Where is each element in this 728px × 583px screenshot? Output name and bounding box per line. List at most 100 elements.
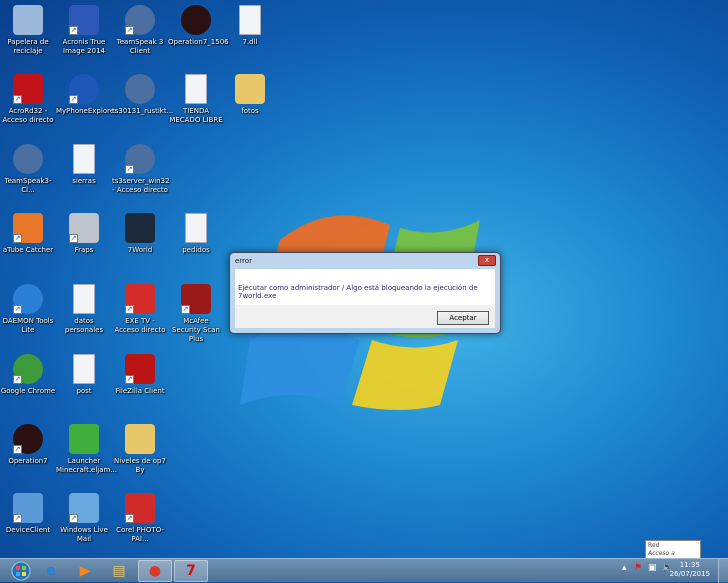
desktop-icon-teamspeak[interactable]: ↗ TeamSpeak 3 Client xyxy=(112,5,168,56)
desktop-icon-label: Niveles de op7 By xyxy=(114,457,166,474)
shortcut-arrow-icon: ↗ xyxy=(125,26,134,35)
exe-tv-icon: ↗ xyxy=(125,284,155,314)
internet-explorer-icon: e xyxy=(46,563,56,579)
desktop-icon-atube-catcher[interactable]: ↗ aTube Catcher xyxy=(0,213,56,255)
desktop-icon-acronis[interactable]: ↗ Acronis True Image 2014 xyxy=(56,5,112,56)
desktop-icon-teamspeak-server[interactable]: ↗ ts3server_win32 - Acceso directo xyxy=(112,144,170,195)
desktop-icon-text-file[interactable]: datos personales xyxy=(56,284,112,335)
error-dialog: error x Ejecutar como administrador / Al… xyxy=(229,252,501,334)
show-desktop-button[interactable] xyxy=(718,559,728,583)
desktop-icon-fraps[interactable]: ↗ Fraps xyxy=(56,213,112,255)
network-icon[interactable]: ▣ xyxy=(648,563,657,573)
folder-icon xyxy=(125,424,155,454)
accept-button[interactable]: Aceptar xyxy=(437,311,489,325)
operation7-icon: 7 xyxy=(186,563,196,579)
desktop-icon-label: fotos xyxy=(241,107,259,115)
desktop-icon-label: ts3server_win32 - Acceso directo xyxy=(112,177,170,194)
teamspeak-icon xyxy=(13,144,43,174)
shortcut-arrow-icon: ↗ xyxy=(125,305,134,314)
desktop-icon-label: Google Chrome xyxy=(0,387,56,395)
desktop-icon-dll-file[interactable]: 7.dll xyxy=(222,5,278,47)
chrome-icon: ● xyxy=(148,563,162,579)
webcam-icon: ↗ xyxy=(13,493,43,523)
start-button[interactable] xyxy=(4,560,38,582)
desktop-icon-label: EXE TV - Acceso directo xyxy=(114,317,166,334)
desktop-icon-corel[interactable]: ↗ Corel PHOTO-PAI... xyxy=(112,493,168,544)
teamspeak-server-icon: ↗ xyxy=(125,144,155,174)
taskbar-operation7[interactable]: 7 xyxy=(174,560,208,582)
shortcut-arrow-icon: ↗ xyxy=(69,95,78,104)
text-file-icon xyxy=(185,213,207,243)
desktop-icon-text-file[interactable]: sierras xyxy=(56,144,112,186)
desktop-icon-label: sierras xyxy=(72,177,96,185)
desktop-icon-recycle-bin[interactable]: Papelera de reciclaje xyxy=(0,5,56,56)
file-explorer-icon: ▤ xyxy=(112,563,126,579)
clock[interactable]: 11:35 26/07/2015 xyxy=(670,561,710,579)
desktop-icon-acrobat[interactable]: ↗ AcroRd32 - Acceso directo xyxy=(0,74,56,125)
desktop-icon-label: datos personales xyxy=(64,317,104,334)
desktop-icon-label: FileZilla Client xyxy=(115,387,165,395)
mcafee-icon: ↗ xyxy=(181,284,211,314)
desktop-icon-label: Operation7_1506 xyxy=(168,38,229,46)
close-button[interactable]: x xyxy=(478,255,496,266)
desktop-icon-daemon-tools[interactable]: ↗ DAEMON Tools Lite xyxy=(0,284,56,335)
desktop-icon-teamspeak[interactable]: TeamSpeak3-Cl... xyxy=(0,144,56,195)
desktop-icon-teamspeak[interactable]: ts30131_rustikt... xyxy=(112,74,173,116)
desktop-icon-exe-tv[interactable]: ↗ EXE TV - Acceso directo xyxy=(112,284,168,335)
atube-catcher-icon: ↗ xyxy=(13,213,43,243)
desktop-icon-webcam[interactable]: ↗ DeviceClient xyxy=(0,493,56,535)
taskbar-chrome[interactable]: ● xyxy=(138,560,172,582)
shortcut-arrow-icon: ↗ xyxy=(13,95,22,104)
desktop-icon-text-file[interactable]: post xyxy=(56,354,112,396)
desktop-icon-text-file[interactable]: pedidos xyxy=(168,213,224,255)
dialog-title: error xyxy=(235,257,252,265)
chrome-icon: ↗ xyxy=(13,354,43,384)
action-center-flag-icon[interactable]: ⚑ xyxy=(634,563,642,573)
dll-file-icon xyxy=(239,5,261,35)
desktop-icon-folder[interactable]: Niveles de op7 By xyxy=(112,424,168,475)
filezilla-icon: ↗ xyxy=(125,354,155,384)
teamspeak-icon: ↗ xyxy=(125,5,155,35)
desktop-icon-folder[interactable]: fotos xyxy=(222,74,278,116)
folder-icon xyxy=(235,74,265,104)
desktop-icon-label: post xyxy=(76,387,92,395)
shortcut-arrow-icon: ↗ xyxy=(125,375,134,384)
desktop-icon-label: Launcher Minecraft.eljam... xyxy=(56,457,118,474)
desktop-icon-label: TIENDA MECADO LIBRE xyxy=(169,107,223,124)
shortcut-arrow-icon: ↗ xyxy=(13,234,22,243)
fraps-icon: ↗ xyxy=(69,213,99,243)
taskbar-file-explorer[interactable]: ▤ xyxy=(102,560,136,582)
desktop-icon-7world[interactable]: 7World xyxy=(112,213,168,255)
desktop-icon-label: pedidos xyxy=(182,246,210,254)
show-hidden-icons-button[interactable]: ▴ xyxy=(622,563,627,573)
desktop-icon-label: Papelera de reciclaje xyxy=(7,38,49,55)
desktop-icon-label: AcroRd32 - Acceso directo xyxy=(2,107,54,124)
taskbar-media-player[interactable]: ▶ xyxy=(68,560,102,582)
7world-icon xyxy=(125,213,155,243)
acrobat-icon: ↗ xyxy=(13,74,43,104)
shortcut-arrow-icon: ↗ xyxy=(69,234,78,243)
desktop-icon-label: Fraps xyxy=(74,246,94,254)
desktop-icon-label: Windows Live Mail xyxy=(60,526,108,543)
desktop-icon-label: 7World xyxy=(127,246,153,254)
desktop-icon-mcafee[interactable]: ↗ McAfee Security Scan Plus xyxy=(168,284,224,344)
operation7-icon: ↗ xyxy=(13,424,43,454)
myphoneexplorer-icon: ↗ xyxy=(69,74,99,104)
desktop-icon-operation7[interactable]: ↗ Operation7 xyxy=(0,424,56,466)
desktop-icon-text-file[interactable]: TIENDA MECADO LIBRE xyxy=(168,74,224,125)
operation7-icon xyxy=(181,5,211,35)
desktop-icon-chrome[interactable]: ↗ Google Chrome xyxy=(0,354,56,396)
desktop-icon-filezilla[interactable]: ↗ FileZilla Client xyxy=(112,354,168,396)
shortcut-arrow-icon: ↗ xyxy=(125,514,134,523)
text-file-icon xyxy=(73,284,95,314)
recycle-bin-icon xyxy=(13,5,43,35)
desktop-icon-minecraft[interactable]: Launcher Minecraft.eljam... xyxy=(56,424,118,475)
daemon-tools-icon: ↗ xyxy=(13,284,43,314)
desktop-icon-myphoneexplorer[interactable]: ↗ MyPhoneExplorer xyxy=(56,74,117,116)
shortcut-arrow-icon: ↗ xyxy=(13,445,22,454)
desktop-icon-windows-live-mail[interactable]: ↗ Windows Live Mail xyxy=(56,493,112,544)
shortcut-arrow-icon: ↗ xyxy=(125,165,134,174)
desktop-icon-operation7[interactable]: Operation7_1506 xyxy=(168,5,229,47)
desktop-icon-label: aTube Catcher xyxy=(2,246,54,254)
taskbar-internet-explorer[interactable]: e xyxy=(34,560,68,582)
